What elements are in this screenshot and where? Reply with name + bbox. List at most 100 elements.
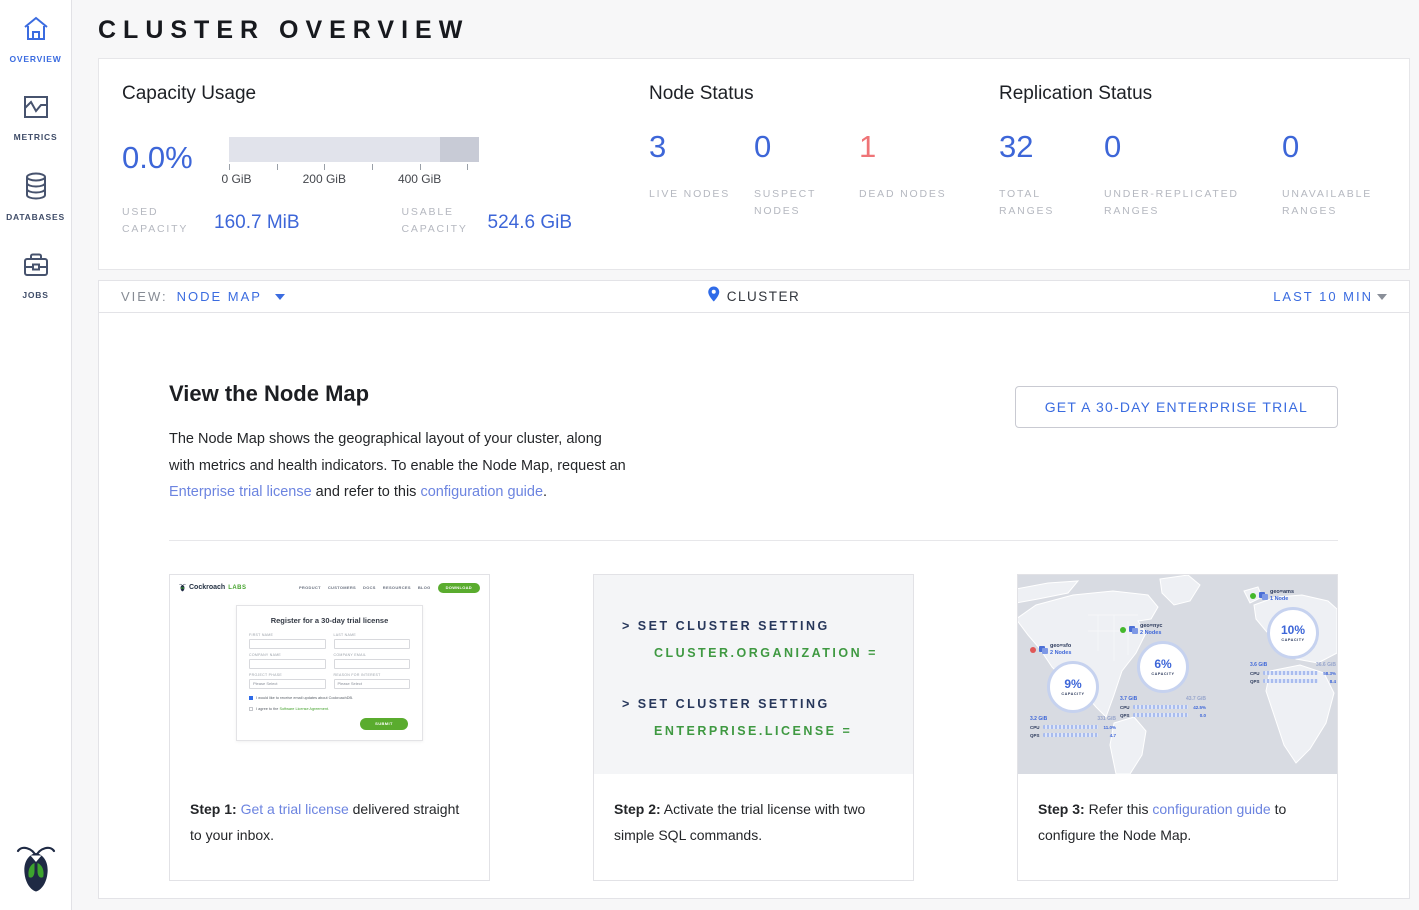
dead-nodes-stat: 1 DEAD NODES <box>859 131 964 220</box>
step2-card: > SET CLUSTER SETTING CLUSTER.ORGANIZATI… <box>593 574 914 881</box>
sidebar: OVERVIEW METRICS DATABASES <box>0 0 72 910</box>
view-selector[interactable]: VIEW: NODE MAP <box>121 289 285 304</box>
node-status-title: Node Status <box>649 83 999 105</box>
unavailable-label: UNAVAILABLE RANGES <box>1282 186 1374 220</box>
axis-tick-label: 400 GiB <box>398 172 441 186</box>
total-ranges-stat: 32 TOTAL RANGES <box>999 131 1104 220</box>
used-capacity-label: USED CAPACITY <box>122 204 214 238</box>
select-input: Please Select <box>334 679 411 689</box>
capacity-bar-chart: 0 GiB 200 GiB 400 GiB <box>229 137 479 186</box>
nav-item: CUSTOMERS <box>328 585 356 590</box>
step2-caption: Step 2: Activate the trial license with … <box>594 774 913 848</box>
used-capacity-value: 160.7 MiB <box>214 212 300 234</box>
node-map-description: The Node Map shows the geographical layo… <box>169 426 631 506</box>
capacity-usage-section: Capacity Usage 0.0% 0 GiB 200 GiB 400 Gi <box>122 83 649 269</box>
sidebar-item-label: JOBS <box>22 290 48 300</box>
text-input <box>334 659 411 669</box>
checkbox-checked <box>249 696 253 700</box>
locality-name: geo=sfo <box>1050 643 1071 650</box>
sidebar-item-label: DATABASES <box>6 212 65 222</box>
sql-setting: CLUSTER.ORGANIZATION = <box>654 646 913 660</box>
cluster-breadcrumb: CLUSTER <box>708 286 801 307</box>
sidebar-item-jobs[interactable]: JOBS <box>0 236 72 314</box>
checkbox-unchecked <box>249 707 253 711</box>
live-status-icon <box>1120 627 1126 633</box>
suspect-nodes-stat: 0 SUSPECT NODES <box>754 131 859 220</box>
nav-item: PRODUCT <box>299 585 321 590</box>
enterprise-trial-button[interactable]: GET A 30-DAY ENTERPRISE TRIAL <box>1015 386 1338 428</box>
time-range-selector[interactable]: LAST 10 MIN <box>1273 289 1387 304</box>
sidebar-item-label: OVERVIEW <box>9 54 61 64</box>
axis-tick-label: 200 GiB <box>303 172 346 186</box>
select-input: Please Select <box>249 679 326 689</box>
home-icon <box>22 16 50 47</box>
live-nodes-value: 3 <box>649 131 754 162</box>
description-text: The Node Map shows the geographical layo… <box>169 431 626 474</box>
step3-caption: Step 3: Refer this configuration guide t… <box>1018 774 1337 848</box>
cockroachdb-logo <box>15 843 57 898</box>
replication-status-section: Replication Status 32 TOTAL RANGES 0 UND… <box>999 83 1387 269</box>
chevron-down-icon <box>275 294 285 300</box>
usable-capacity-value: 524.6 GiB <box>488 212 573 234</box>
enterprise-trial-license-link[interactable]: Enterprise trial license <box>169 484 312 500</box>
metrics-icon <box>22 94 50 125</box>
locality-node-count: 2 Nodes <box>1050 650 1071 657</box>
field-label: LAST NAME <box>334 633 411 637</box>
section-divider <box>169 540 1338 541</box>
sql-statement: > SET CLUSTER SETTING <box>622 697 913 711</box>
capacity-usage-title: Capacity Usage <box>122 83 649 105</box>
under-replicated-value: 0 <box>1104 131 1282 162</box>
form-title: Register for a 30-day trial license <box>249 616 410 625</box>
step-label: Step 3: <box>1038 801 1085 817</box>
nav-item: DOCS <box>363 585 376 590</box>
field-label: COMPANY EMAIL <box>334 653 411 657</box>
brand-suffix: LABS <box>228 585 246 591</box>
time-range-value: LAST 10 MIN <box>1273 289 1373 304</box>
nav-item: BLOG <box>418 585 431 590</box>
nodes-icon <box>1259 592 1268 600</box>
sidebar-item-metrics[interactable]: METRICS <box>0 78 72 156</box>
configuration-guide-link[interactable]: configuration guide <box>1152 801 1270 817</box>
registration-screenshot: Cockroach LABS PRODUCT CUSTOMERS DOCS RE… <box>170 575 489 774</box>
field-label: FIRST NAME <box>249 633 326 637</box>
sidebar-item-overview[interactable]: OVERVIEW <box>0 0 72 78</box>
configuration-guide-link[interactable]: configuration guide <box>420 484 543 500</box>
description-text: and refer to this <box>312 484 421 500</box>
under-replicated-ranges-stat: 0 UNDER-REPLICATED RANGES <box>1104 131 1282 220</box>
total-ranges-label: TOTAL RANGES <box>999 186 1091 220</box>
step1-caption: Step 1: Get a trial license delivered st… <box>170 774 489 848</box>
view-value: NODE MAP <box>177 289 262 304</box>
text-input <box>334 639 411 649</box>
dead-nodes-label: DEAD NODES <box>859 186 951 203</box>
field-label: COMPANY NAME <box>249 653 326 657</box>
step3-card: geo=sfo 2 Nodes 9% CAPACITY 3.2 GiB 331 … <box>1017 574 1338 881</box>
database-icon <box>23 172 49 205</box>
sql-statement: > SET CLUSTER SETTING <box>622 619 913 633</box>
brand-name: Cockroach <box>189 584 225 591</box>
dead-status-icon <box>1030 647 1036 653</box>
cockroach-labs-logo: Cockroach LABS <box>179 583 247 592</box>
locality-name: geo=nyc <box>1140 623 1162 630</box>
briefcase-icon <box>22 252 50 283</box>
trial-registration-form: Register for a 30-day trial license FIRS… <box>236 605 423 741</box>
unavailable-ranges-stat: 0 UNAVAILABLE RANGES <box>1282 131 1387 220</box>
get-trial-license-link[interactable]: Get a trial license <box>241 801 349 817</box>
page-title: CLUSTER OVERVIEW <box>98 16 1410 45</box>
nodes-icon <box>1129 626 1138 634</box>
locality-name: geo=ams <box>1270 589 1294 596</box>
sidebar-item-databases[interactable]: DATABASES <box>0 156 72 236</box>
main-content: CLUSTER OVERVIEW Capacity Usage 0.0% 0 G… <box>72 0 1419 910</box>
site-nav: PRODUCT CUSTOMERS DOCS RESOURCES BLOG DO… <box>299 583 480 593</box>
step1-card: Cockroach LABS PRODUCT CUSTOMERS DOCS RE… <box>169 574 490 881</box>
map-pin-icon <box>708 286 720 307</box>
field-label: REASON FOR INTEREST <box>334 673 411 677</box>
sql-commands-block: > SET CLUSTER SETTING CLUSTER.ORGANIZATI… <box>594 575 913 774</box>
live-nodes-label: LIVE NODES <box>649 186 741 203</box>
capacity-gauge: 9% CAPACITY <box>1047 661 1099 713</box>
node-status-section: Node Status 3 LIVE NODES 0 SUSPECT NODES… <box>649 83 999 269</box>
node-map-section: View the Node Map The Node Map shows the… <box>98 313 1410 899</box>
sidebar-item-label: METRICS <box>14 132 58 142</box>
capacity-gauge: 6% CAPACITY <box>1137 641 1189 693</box>
capacity-used-percent: 0.0% <box>122 137 229 186</box>
view-bar: VIEW: NODE MAP CLUSTER LAST 10 MIN <box>98 280 1410 313</box>
